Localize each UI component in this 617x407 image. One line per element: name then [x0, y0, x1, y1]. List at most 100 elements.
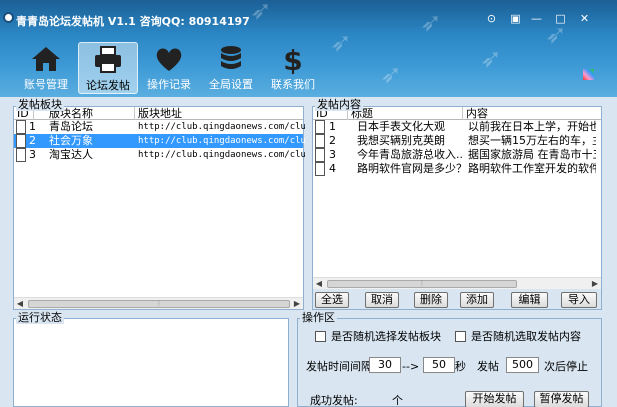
- stop-count-input[interactable]: 500: [506, 357, 539, 373]
- post-row[interactable]: 2 我想买辆别克英朗 想买一辆15万左右的车，主要是: [313, 134, 601, 148]
- post-title: 今年青岛旅游总收入...: [357, 148, 463, 161]
- cancel-button[interactable]: 取消: [365, 292, 399, 308]
- post-id: 4: [329, 162, 336, 175]
- post-content: 路明软件工作室开发的软件挺好: [468, 162, 596, 175]
- posts-table: ID 标题 内容 1 日本手表文化大观 以前我在日本上学，开始也觉得 2 我想买…: [313, 107, 601, 176]
- add-button[interactable]: 添加: [460, 292, 494, 308]
- home-icon: [32, 47, 60, 71]
- header-band: ➶ ➶ ➶ ➶ ➶ ➶ 青青岛论坛发帖机 V1.1 咨询QQ: 80914197…: [0, 0, 617, 97]
- board-id: 2: [29, 134, 36, 147]
- post-row[interactable]: 4 路明软件官网是多少？ 路明软件工作室开发的软件挺好: [313, 162, 601, 176]
- posts-hscrollbar[interactable]: ◀ ⋮ ▶: [313, 277, 601, 289]
- maximize-button[interactable]: □: [552, 11, 569, 26]
- fish-decoration-icon: ➶: [380, 60, 402, 90]
- scroll-thumb[interactable]: ⋮: [327, 280, 517, 288]
- board-row[interactable]: 3 淘宝达人 http://club.qingdaonews.com/club_…: [14, 148, 305, 162]
- app-window: ➶ ➶ ➶ ➶ ➶ ➶ 青青岛论坛发帖机 V1.1 咨询QQ: 80914197…: [0, 0, 617, 407]
- scroll-left-icon[interactable]: ◀: [14, 298, 26, 310]
- status-panel-title: 运行状态: [16, 311, 64, 324]
- tool-operation-log[interactable]: 操作记录: [139, 42, 199, 94]
- tool-label: 全局设置: [209, 78, 253, 91]
- menu-button[interactable]: ▣: [507, 11, 524, 26]
- posts-button-bar: 全选 取消 删除 添加 编辑 导入: [313, 289, 601, 309]
- column-header-url[interactable]: 版块地址: [135, 107, 305, 120]
- row-checkbox[interactable]: [315, 134, 325, 148]
- post-content: 据国家旅游局 在青岛市十五届: [468, 148, 596, 161]
- post-id: 2: [329, 134, 336, 147]
- random-board-label: 是否随机选择发帖板块: [331, 330, 441, 343]
- printer-icon: [95, 46, 121, 73]
- import-button[interactable]: 导入: [561, 292, 597, 308]
- row-checkbox[interactable]: [315, 148, 325, 162]
- boards-panel-title: 发帖板块: [16, 98, 64, 111]
- minimize-button[interactable]: —: [528, 11, 545, 26]
- random-board-checkbox[interactable]: [315, 331, 326, 342]
- board-url: http://club.qingdaonews.com/club_en: [138, 122, 305, 132]
- start-posting-button[interactable]: 开始发帖: [465, 391, 524, 407]
- scroll-right-icon[interactable]: ▶: [291, 298, 303, 310]
- success-label: 成功发帖:: [310, 394, 358, 407]
- random-content-label: 是否随机选取发帖内容: [471, 330, 581, 343]
- boards-hscrollbar[interactable]: ◀ ⋮ ▶: [14, 297, 303, 309]
- dollar-icon: $: [283, 44, 302, 74]
- database-icon: [221, 46, 241, 69]
- seconds-unit: 秒: [455, 360, 466, 373]
- tool-label: 操作记录: [147, 78, 191, 91]
- column-header-title[interactable]: 标题: [348, 107, 463, 120]
- board-name: 社会万象: [49, 134, 93, 147]
- close-button[interactable]: ✕: [576, 11, 593, 26]
- row-checkbox[interactable]: [16, 120, 26, 134]
- interval-max-input[interactable]: 50: [423, 357, 455, 373]
- posts-panel-title: 发帖内容: [315, 98, 363, 111]
- row-checkbox[interactable]: [16, 134, 26, 148]
- fish-decoration-icon: ➶: [480, 44, 502, 74]
- tool-label: 论坛发帖: [86, 79, 130, 92]
- delete-button[interactable]: 删除: [414, 292, 448, 308]
- ops-panel-title: 操作区: [300, 311, 337, 324]
- post-id: 3: [329, 148, 336, 161]
- board-url: http://club.qingdaonews.com/club_en: [138, 136, 305, 146]
- tool-forum-post[interactable]: 论坛发帖: [78, 42, 138, 94]
- scroll-thumb[interactable]: ⋮: [28, 300, 290, 308]
- tool-label: 联系我们: [271, 78, 315, 91]
- tool-global-settings[interactable]: 全局设置: [201, 42, 261, 94]
- board-name: 淘宝达人: [49, 148, 93, 161]
- pause-posting-button[interactable]: 暂停发帖: [534, 391, 589, 407]
- column-header-content[interactable]: 内容: [463, 107, 603, 120]
- post-row[interactable]: 3 今年青岛旅游总收入... 据国家旅游局 在青岛市十五届: [313, 148, 601, 162]
- post-title: 路明软件官网是多少？: [357, 162, 463, 175]
- stop-after-label: 次后停止: [544, 360, 588, 373]
- skin-button[interactable]: ⊙: [483, 11, 500, 26]
- post-content: 想买一辆15万左右的车，主要是: [468, 134, 596, 147]
- boards-panel: ID 版块名称 版块地址 1 青岛论坛 http://club.qingdaon…: [13, 106, 305, 310]
- select-all-button[interactable]: 全选: [315, 292, 349, 308]
- window-title: 青青岛论坛发帖机 V1.1 咨询QQ: 80914197: [16, 15, 250, 28]
- board-name: 青岛论坛: [49, 120, 93, 133]
- status-panel: [13, 318, 289, 407]
- board-url: http://club.qingdaonews.com/club_en: [138, 150, 305, 160]
- board-row-selected[interactable]: 2 社会万象 http://club.qingdaonews.com/club_…: [14, 134, 305, 148]
- post-title: 我想买辆别克英朗: [357, 134, 445, 147]
- row-checkbox[interactable]: [315, 120, 325, 134]
- interval-min-input[interactable]: 30: [369, 357, 401, 373]
- palette-icon[interactable]: [583, 69, 594, 80]
- ops-panel: 是否随机选择发帖板块 是否随机选取发帖内容 发帖时间间隔 30 --> 50 秒…: [297, 318, 602, 407]
- boards-table: ID 版块名称 版块地址 1 青岛论坛 http://club.qingdaon…: [14, 107, 305, 162]
- app-logo-icon: [3, 12, 14, 23]
- post-id: 1: [329, 120, 336, 133]
- row-checkbox[interactable]: [16, 148, 26, 162]
- random-content-checkbox[interactable]: [455, 331, 466, 342]
- posts-panel: ID 标题 内容 1 日本手表文化大观 以前我在日本上学，开始也觉得 2 我想买…: [312, 106, 602, 310]
- board-id: 1: [29, 120, 36, 133]
- board-row[interactable]: 1 青岛论坛 http://club.qingdaonews.com/club_…: [14, 120, 305, 134]
- post-row[interactable]: 1 日本手表文化大观 以前我在日本上学，开始也觉得: [313, 120, 601, 134]
- tool-account-manage[interactable]: 账号管理: [16, 42, 76, 94]
- svg-text:$: $: [283, 44, 302, 74]
- edit-button[interactable]: 编辑: [511, 292, 548, 308]
- success-unit: 个: [392, 394, 403, 407]
- tool-contact-us[interactable]: $ 联系我们: [263, 42, 323, 94]
- interval-label: 发帖时间间隔: [306, 360, 372, 373]
- row-checkbox[interactable]: [315, 162, 325, 176]
- fish-decoration-icon: ➶: [250, 0, 272, 26]
- heart-icon: [156, 48, 182, 71]
